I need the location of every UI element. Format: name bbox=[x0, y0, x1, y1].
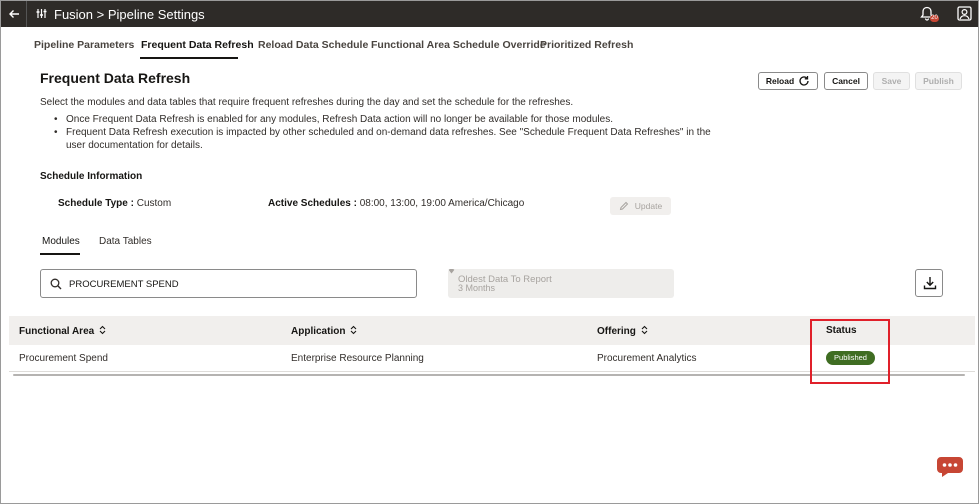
user-profile-icon[interactable] bbox=[957, 6, 972, 21]
active-tab-indicator bbox=[140, 57, 238, 59]
schedule-type-label: Schedule Type : bbox=[58, 198, 134, 209]
info-bullet-list: Once Frequent Data Refresh is enabled fo… bbox=[52, 113, 712, 152]
column-header-functional-area[interactable]: Functional Area bbox=[19, 325, 106, 337]
tab-reload-data-schedule[interactable]: Reload Data Schedule bbox=[258, 39, 368, 51]
schedule-section-title: Schedule Information bbox=[40, 171, 143, 182]
cell-functional-area: Procurement Spend bbox=[19, 353, 108, 364]
chevron-down-icon bbox=[448, 269, 455, 274]
reload-button-label: Reload bbox=[765, 76, 795, 86]
back-button[interactable] bbox=[1, 1, 27, 27]
cell-offering: Procurement Analytics bbox=[597, 353, 697, 364]
column-header-label: Offering bbox=[597, 326, 636, 337]
notification-badge: 20 bbox=[930, 15, 939, 22]
download-button[interactable] bbox=[915, 269, 943, 297]
oldest-data-value: 3 Months bbox=[458, 283, 496, 293]
reload-button[interactable]: Reload bbox=[758, 72, 818, 90]
pencil-icon bbox=[619, 201, 628, 211]
column-header-label: Application bbox=[291, 326, 346, 337]
search-icon bbox=[50, 278, 62, 290]
cancel-button[interactable]: Cancel bbox=[824, 72, 868, 90]
schedule-type-field: Schedule Type : Custom bbox=[58, 198, 171, 209]
sort-icon bbox=[351, 325, 357, 335]
column-header-offering[interactable]: Offering bbox=[597, 325, 648, 337]
info-bullet: Frequent Data Refresh execution is impac… bbox=[52, 126, 712, 152]
page-title: Frequent Data Refresh bbox=[40, 70, 191, 86]
download-icon bbox=[923, 277, 937, 290]
sort-icon bbox=[99, 325, 106, 335]
update-button[interactable]: Update bbox=[610, 197, 671, 215]
cell-application: Enterprise Resource Planning bbox=[291, 353, 424, 364]
refresh-icon bbox=[799, 76, 809, 86]
status-highlight-box bbox=[810, 319, 890, 384]
active-subtab-indicator bbox=[40, 253, 80, 255]
column-header-application[interactable]: Application bbox=[291, 325, 357, 337]
active-schedules-label: Active Schedules : bbox=[268, 198, 357, 209]
settings-sliders-icon[interactable] bbox=[36, 8, 47, 19]
publish-button[interactable]: Publish bbox=[915, 72, 962, 90]
info-bullet: Once Frequent Data Refresh is enabled fo… bbox=[52, 113, 712, 126]
tab-functional-area-schedule-override[interactable]: Functional Area Schedule Override bbox=[371, 39, 546, 51]
sort-icon bbox=[641, 325, 648, 335]
breadcrumb-title: Fusion > Pipeline Settings bbox=[54, 7, 205, 22]
oldest-data-select[interactable]: Oldest Data To Report 3 Months bbox=[448, 269, 674, 298]
arrow-left-icon bbox=[9, 10, 19, 18]
tab-prioritized-refresh[interactable]: Prioritized Refresh bbox=[540, 39, 633, 51]
column-header-label: Functional Area bbox=[19, 326, 95, 337]
subtab-modules[interactable]: Modules bbox=[42, 236, 80, 247]
chat-icon[interactable] bbox=[936, 456, 964, 478]
active-schedules-field: Active Schedules : 08:00, 13:00, 19:00 A… bbox=[268, 198, 524, 209]
subtab-data-tables[interactable]: Data Tables bbox=[99, 236, 152, 247]
update-button-label: Update bbox=[634, 201, 663, 211]
schedule-type-value: Custom bbox=[136, 198, 172, 209]
search-box bbox=[40, 269, 417, 298]
search-input[interactable] bbox=[69, 275, 409, 293]
save-button[interactable]: Save bbox=[873, 72, 910, 90]
tab-pipeline-parameters[interactable]: Pipeline Parameters bbox=[34, 39, 134, 51]
top-bar: Fusion > Pipeline Settings 20 bbox=[1, 1, 978, 27]
tab-frequent-data-refresh[interactable]: Frequent Data Refresh bbox=[141, 39, 254, 51]
active-schedules-value: 08:00, 13:00, 19:00 America/Chicago bbox=[359, 198, 525, 209]
page-description: Select the modules and data tables that … bbox=[40, 97, 574, 108]
